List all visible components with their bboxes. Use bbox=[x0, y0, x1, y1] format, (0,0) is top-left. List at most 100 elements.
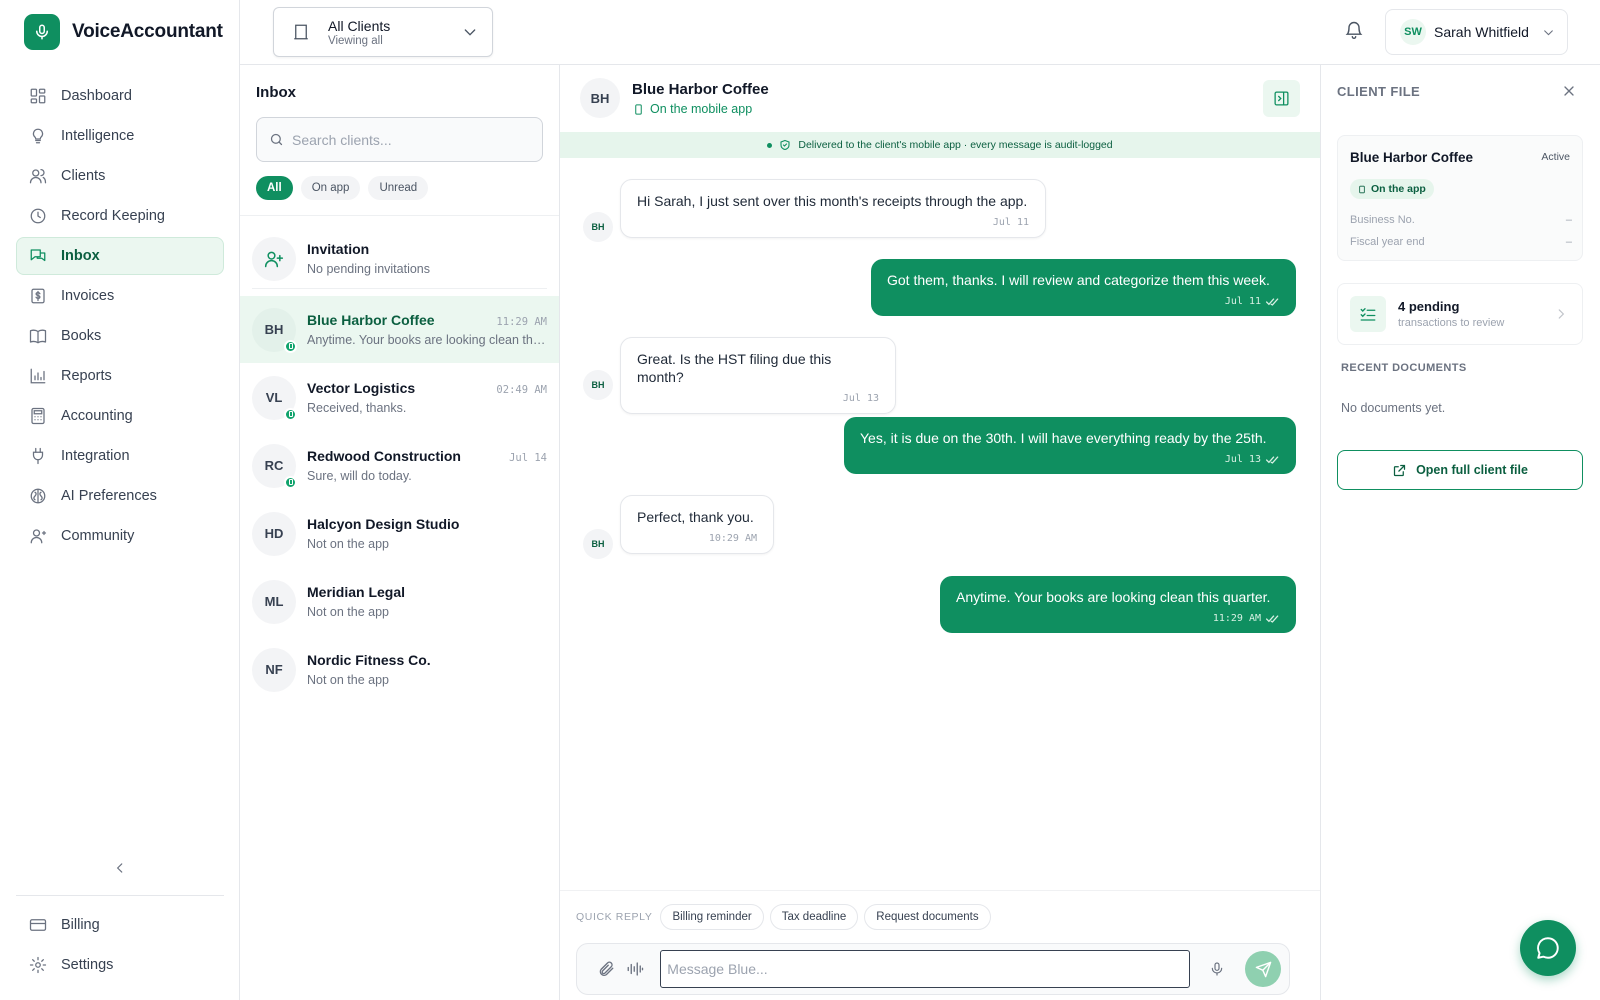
sidebar-item-ai-preferences[interactable]: AI Preferences bbox=[16, 477, 224, 515]
conversation-nordic-fitness[interactable]: NF Nordic Fitness Co. Not on the app bbox=[240, 636, 559, 703]
sidebar-item-clients[interactable]: Clients bbox=[16, 157, 224, 195]
filter-unread[interactable]: Unread bbox=[368, 176, 429, 200]
conversation-blue-harbor-coffee[interactable]: BH Blue Harbor Coffee 11:29 AM Anytime. Y… bbox=[240, 296, 559, 363]
avatar: BH bbox=[580, 78, 620, 118]
filter-on-app[interactable]: On app bbox=[300, 176, 361, 200]
chat-bubble-icon bbox=[1535, 935, 1561, 961]
message-meta: Jul 13 bbox=[860, 453, 1280, 466]
client-selector-subtitle: Viewing all bbox=[328, 34, 383, 47]
sidebar-item-integration[interactable]: Integration bbox=[16, 437, 224, 475]
app-status-text: On the app bbox=[1371, 183, 1426, 195]
client-name: Blue Harbor Coffee bbox=[1350, 150, 1474, 165]
user-menu[interactable]: SW Sarah Whitfield bbox=[1385, 9, 1568, 55]
field-label: Fiscal year end bbox=[1350, 236, 1425, 248]
sidebar-item-record-keeping[interactable]: Record Keeping bbox=[16, 197, 224, 235]
sidebar-item-label: Invoices bbox=[61, 288, 115, 304]
conversation-name: Vector Logistics bbox=[307, 380, 416, 396]
paperclip-icon[interactable] bbox=[591, 954, 621, 984]
on-app-indicator bbox=[284, 475, 297, 489]
conversation-halcyon-design-studio[interactable]: HD Halcyon Design Studio Not on the app bbox=[240, 500, 559, 567]
message-time: Jul 11 bbox=[1224, 296, 1261, 308]
app-logo[interactable]: VoiceAccountant bbox=[24, 14, 223, 50]
sidebar-item-label: Clients bbox=[61, 168, 106, 184]
search-icon bbox=[269, 132, 284, 147]
avatar: SW bbox=[1400, 19, 1426, 45]
waveform-icon[interactable] bbox=[621, 954, 651, 984]
sidebar-item-community[interactable]: Community bbox=[16, 517, 224, 555]
double-check-icon bbox=[1266, 614, 1280, 624]
sidebar-item-accounting[interactable]: Accounting bbox=[16, 397, 224, 435]
message-time: Jul 13 bbox=[1224, 454, 1261, 466]
chat-client-name: Blue Harbor Coffee bbox=[632, 81, 769, 98]
conversation-body: Halcyon Design Studio Not on the app bbox=[307, 516, 547, 551]
close-icon[interactable] bbox=[1561, 83, 1579, 101]
pending-transactions-card[interactable]: 4 pending transactions to review bbox=[1337, 283, 1583, 345]
client-selector-title: All Clients bbox=[328, 17, 391, 34]
double-check-icon bbox=[1266, 455, 1280, 465]
lightbulb-icon bbox=[29, 127, 47, 145]
sidebar-item-label: Books bbox=[61, 328, 102, 344]
conversation-meridian-legal[interactable]: ML Meridian Legal Not on the app bbox=[240, 568, 559, 635]
sidebar-item-label: Reports bbox=[61, 368, 112, 384]
sidebar-item-inbox[interactable]: Inbox bbox=[16, 237, 224, 275]
divider bbox=[240, 215, 559, 216]
conversation-redwood-construction[interactable]: RC Redwood Construction Jul 14 Sure, will… bbox=[240, 432, 559, 499]
filter-all[interactable]: All bbox=[256, 176, 293, 200]
recent-documents-title: RECENT DOCUMENTS bbox=[1341, 362, 1467, 374]
send-button[interactable] bbox=[1245, 951, 1282, 987]
sender-avatar: BH bbox=[583, 212, 613, 242]
quick-reply-billing-reminder[interactable]: Billing reminder bbox=[660, 904, 764, 930]
sidebar-item-settings[interactable]: Settings bbox=[16, 946, 224, 984]
notifications-bell-icon[interactable] bbox=[1344, 20, 1368, 44]
audit-text: Delivered to the client's mobile app · e… bbox=[798, 139, 1113, 151]
avatar-initials: HD bbox=[264, 526, 284, 541]
avatar-initials: NF bbox=[265, 662, 283, 677]
microphone-icon[interactable] bbox=[1202, 954, 1232, 984]
open-full-client-file-button[interactable]: Open full client file bbox=[1337, 450, 1583, 490]
sidebar-item-invoices[interactable]: Invoices bbox=[16, 277, 224, 315]
message-text: Perfect, thank you. bbox=[637, 509, 754, 525]
sidebar-item-label: Accounting bbox=[61, 408, 133, 424]
conversation-name: Meridian Legal bbox=[307, 584, 406, 600]
quick-reply-label: QUICK REPLY bbox=[576, 911, 653, 923]
on-app-indicator bbox=[284, 339, 297, 353]
conversation-preview: Sure, will do today. bbox=[307, 469, 412, 483]
sidebar-item-books[interactable]: Books bbox=[16, 317, 224, 355]
sidebar-bottom-nav: Billing Settings bbox=[16, 906, 224, 986]
chat-assistant-button[interactable] bbox=[1520, 920, 1576, 976]
shield-check-icon bbox=[779, 139, 791, 151]
quick-reply-request-documents[interactable]: Request documents bbox=[864, 904, 991, 930]
toggle-client-panel-button[interactable] bbox=[1263, 80, 1300, 117]
collapse-sidebar-button[interactable] bbox=[108, 856, 132, 880]
message-text: Yes, it is due on the 30th. I will have … bbox=[860, 430, 1267, 446]
chat-status-text: On the mobile app bbox=[650, 102, 753, 116]
conversation-vector-logistics[interactable]: VL Vector Logistics 02:49 AM Received, th… bbox=[240, 364, 559, 431]
double-check-icon bbox=[1266, 297, 1280, 307]
message-input[interactable] bbox=[660, 950, 1190, 988]
field-business-number: Business No. – bbox=[1350, 214, 1572, 226]
client-selector[interactable]: All Clients Viewing all bbox=[273, 7, 493, 57]
conversation-body: Redwood Construction Jul 14 Sure, will do… bbox=[307, 448, 547, 483]
user-plus-icon bbox=[252, 236, 296, 281]
sidebar-item-intelligence[interactable]: Intelligence bbox=[16, 117, 224, 155]
status-badge: Active bbox=[1541, 151, 1570, 163]
conversation-preview: Not on the app bbox=[307, 605, 390, 619]
sidebar-item-billing[interactable]: Billing bbox=[16, 906, 224, 944]
quick-reply-tax-deadline[interactable]: Tax deadline bbox=[769, 904, 859, 930]
inbox-title: Inbox bbox=[256, 84, 296, 101]
sidebar-item-reports[interactable]: Reports bbox=[16, 357, 224, 395]
sidebar-item-label: Integration bbox=[61, 448, 130, 464]
invitation-row[interactable]: Invitation No pending invitations bbox=[252, 229, 547, 289]
brain-icon bbox=[29, 487, 47, 505]
app-status-badge: On the app bbox=[1350, 179, 1434, 199]
avatar-initials: RC bbox=[264, 458, 284, 473]
search-input[interactable] bbox=[292, 131, 532, 148]
user-name: Sarah Whitfield bbox=[1434, 24, 1529, 40]
plug-icon bbox=[29, 447, 47, 465]
on-app-indicator bbox=[284, 407, 297, 421]
sidebar: VoiceAccountant Dashboard Intelligence C… bbox=[0, 0, 240, 1000]
sender-avatar: BH bbox=[583, 370, 613, 400]
conversation-preview: Not on the app bbox=[307, 537, 390, 551]
invitation-subtitle: No pending invitations bbox=[307, 262, 430, 276]
sidebar-item-dashboard[interactable]: Dashboard bbox=[16, 77, 224, 115]
